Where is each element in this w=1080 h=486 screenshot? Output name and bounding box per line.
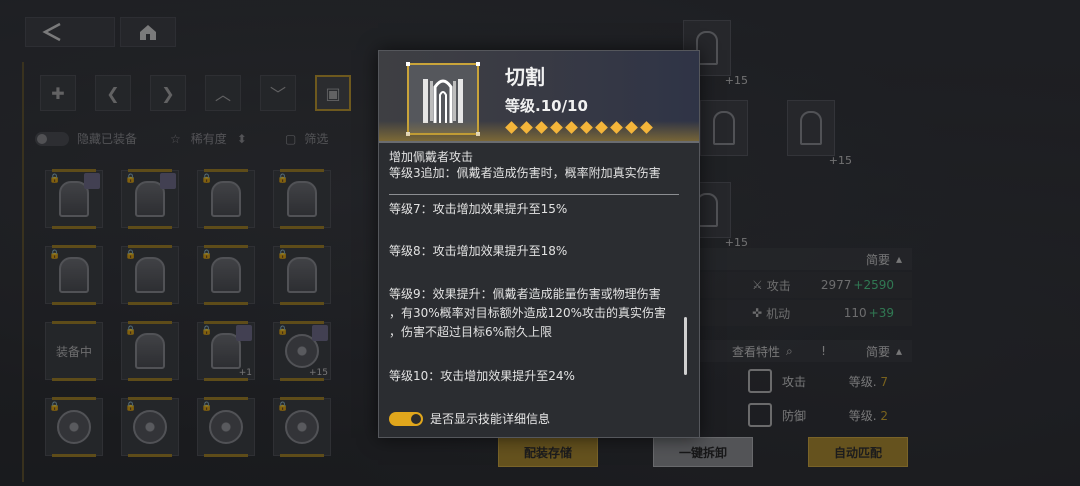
description-scrollbar[interactable]: [684, 317, 687, 375]
skill-detail-popup: 切割 等级.10/10 增加佩戴者攻击 等级3追加：佩戴者造成伤害时，概率附加真…: [378, 50, 700, 438]
level-diamond: [610, 121, 623, 134]
skill-description[interactable]: 增加佩戴者攻击 等级3追加：佩戴者造成伤害时，概率附加真实伤害 等级7：攻击增加…: [379, 145, 699, 437]
level-diamond: [595, 121, 608, 134]
level-entry-line: 等级7：攻击增加效果提升至15%: [389, 202, 568, 216]
skill-icon-frame: [406, 62, 480, 136]
cut-skill-icon: [423, 79, 463, 123]
show-details-row[interactable]: 是否显示技能详细信息: [389, 410, 550, 427]
level-entry-line: 等级10：攻击增加效果提升至24%: [389, 369, 575, 383]
level-entry-line: 等级9：效果提升：佩戴者造成能量伤害或物理伤害: [389, 287, 661, 301]
skill-title: 切割: [505, 65, 545, 89]
show-details-label: 是否显示技能详细信息: [430, 412, 551, 426]
level-diamond: [520, 121, 533, 134]
level-entry: 等级8：攻击增加效果提升至18%: [389, 243, 689, 259]
level-diamond: [580, 121, 593, 134]
level-diamond: [505, 121, 518, 134]
level-entry-line: ，伤害不超过目标6%耐久上限: [389, 325, 553, 339]
level-diamonds: [505, 121, 653, 134]
skill-header: 切割 等级.10/10: [379, 51, 699, 143]
level-entry: 等级7：攻击增加效果提升至15%: [389, 201, 689, 217]
level-entry: 等级9：效果提升：佩戴者造成能量伤害或物理伤害 ，有30%概率对目标额外造成12…: [389, 285, 689, 342]
skill-intro-line: 增加佩戴者攻击: [389, 150, 474, 164]
level-diamond: [550, 121, 563, 134]
level-entry-line: 等级8：攻击增加效果提升至18%: [389, 244, 568, 258]
skill-level: 等级.10/10: [505, 97, 588, 115]
level-diamond: [565, 121, 578, 134]
level-entry: 等级10：攻击增加效果提升至24%: [389, 368, 689, 384]
level-diamond: [625, 121, 638, 134]
show-details-toggle[interactable]: [389, 411, 423, 426]
level-diamond: [640, 121, 653, 134]
level-diamond: [535, 121, 548, 134]
level-entry-line: ，有30%概率对目标额外造成120%攻击的真实伤害: [389, 306, 666, 320]
divider: [389, 194, 679, 195]
skill-intro-line: 等级3追加：佩戴者造成伤害时，概率附加真实伤害: [389, 166, 661, 180]
